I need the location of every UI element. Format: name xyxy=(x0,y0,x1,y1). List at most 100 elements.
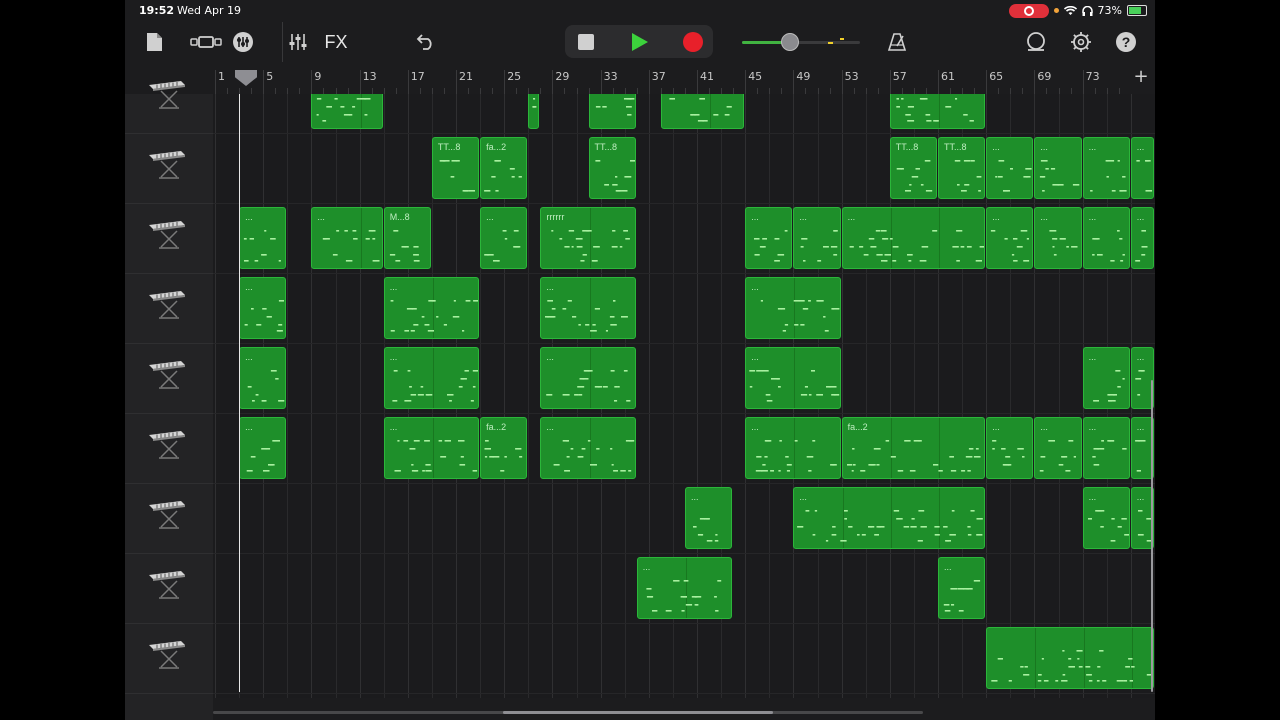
midi-region[interactable]: ... xyxy=(986,417,1034,479)
midi-region[interactable]: ... xyxy=(841,207,986,269)
track-lane-track-3[interactable]: ...... M...8... rrrrrr....................… xyxy=(213,203,1155,274)
midi-region[interactable]: TT...8 xyxy=(431,137,480,199)
midi-region[interactable]: M...8 xyxy=(383,207,431,269)
track-header-track-2[interactable] xyxy=(125,133,213,204)
tracks-area[interactable]: TT...8 fa...2 TT...8 TT...8 TT...8..........… xyxy=(213,94,1155,698)
midi-region[interactable]: ... xyxy=(311,207,383,269)
track-lane-track-4[interactable]: ............ xyxy=(213,273,1155,344)
add-section-button[interactable]: + xyxy=(1131,66,1151,87)
midi-region[interactable]: TT...8 xyxy=(938,137,986,199)
ruler-tick xyxy=(359,70,361,94)
midi-region[interactable]: TT...8 xyxy=(889,137,937,199)
midi-region[interactable]: ... xyxy=(1130,137,1154,199)
track-header-track-3[interactable] xyxy=(125,203,213,274)
midi-region[interactable]: ... xyxy=(793,207,841,269)
track-header-track-8[interactable] xyxy=(125,553,213,624)
midi-region[interactable]: ... xyxy=(540,277,636,339)
fx-button[interactable]: FX xyxy=(317,22,355,62)
midi-region[interactable] xyxy=(660,94,745,129)
scrollbar-thumb[interactable] xyxy=(503,711,773,714)
midi-region[interactable]: ... xyxy=(383,277,480,339)
midi-region[interactable]: ... xyxy=(684,487,733,549)
track-lane-track-6[interactable]: ...... fa...2...... fa...2............ xyxy=(213,413,1155,484)
midi-notes xyxy=(390,300,479,332)
midi-region[interactable]: fa...2 xyxy=(841,417,986,479)
midi-region[interactable]: ... xyxy=(745,207,793,269)
midi-region[interactable]: ... xyxy=(480,207,528,269)
midi-region[interactable]: ... xyxy=(540,347,636,409)
master-volume-slider[interactable] xyxy=(742,22,864,62)
region-label: ... xyxy=(992,212,1000,222)
settings-icon[interactable] xyxy=(1068,22,1094,62)
playhead-handle[interactable] xyxy=(235,70,257,86)
track-lane-track-8[interactable]: ...... xyxy=(213,553,1155,624)
undo-icon[interactable] xyxy=(413,22,439,62)
midi-region[interactable]: ... xyxy=(745,277,841,339)
midi-region[interactable]: ... xyxy=(1034,207,1082,269)
midi-region[interactable]: ... xyxy=(540,417,636,479)
vertical-scrollbar[interactable] xyxy=(1151,380,1153,692)
mixer-icon[interactable] xyxy=(282,22,313,62)
track-lane-track-1[interactable] xyxy=(213,94,1155,134)
browser-icon[interactable] xyxy=(143,22,165,62)
ruler-tick xyxy=(986,70,988,94)
volume-knob[interactable] xyxy=(781,33,800,51)
midi-region[interactable]: ... xyxy=(1082,207,1130,269)
smart-controls-icon[interactable] xyxy=(231,22,255,62)
track-lane-track-9[interactable] xyxy=(213,623,1155,694)
midi-region[interactable]: ... xyxy=(1034,417,1082,479)
track-lane-track-2[interactable]: TT...8 fa...2 TT...8 TT...8 TT...8..........… xyxy=(213,133,1155,204)
view-toggle-icon[interactable] xyxy=(189,22,223,62)
status-right: 73% xyxy=(1008,3,1147,18)
midi-region[interactable] xyxy=(986,627,1154,689)
metronome-icon[interactable] xyxy=(885,22,909,62)
midi-region[interactable] xyxy=(528,94,540,129)
midi-region[interactable]: ... xyxy=(938,557,986,619)
midi-region[interactable]: ... xyxy=(1082,417,1130,479)
region-label: TT...8 xyxy=(944,142,967,152)
midi-region[interactable]: ... xyxy=(1034,137,1082,199)
track-header-track-7[interactable] xyxy=(125,483,213,554)
midi-region[interactable]: fa...2 xyxy=(480,417,528,479)
track-header-track-5[interactable] xyxy=(125,343,213,414)
midi-region[interactable]: ... xyxy=(1130,207,1154,269)
midi-region[interactable]: fa...2 xyxy=(480,137,528,199)
midi-region[interactable]: ... xyxy=(986,207,1034,269)
record-icon[interactable] xyxy=(680,22,706,62)
track-header-track-6[interactable] xyxy=(125,413,213,484)
midi-region[interactable]: ... xyxy=(636,557,733,619)
keyboard-instrument-icon xyxy=(149,641,185,669)
midi-region[interactable] xyxy=(311,94,383,129)
stop-icon[interactable] xyxy=(573,22,599,62)
track-lane-track-7[interactable]: ............ xyxy=(213,483,1155,554)
midi-region[interactable]: ... xyxy=(239,347,287,409)
play-icon[interactable] xyxy=(626,22,654,62)
midi-region[interactable]: ... xyxy=(383,417,480,479)
midi-region[interactable] xyxy=(889,94,986,129)
midi-region[interactable]: ... xyxy=(745,417,841,479)
midi-region[interactable]: ... xyxy=(745,347,841,409)
midi-region[interactable]: ... xyxy=(1082,487,1130,549)
midi-region[interactable]: ... xyxy=(793,487,986,549)
help-icon[interactable]: ? xyxy=(1113,22,1139,62)
horizontal-scrollbar[interactable] xyxy=(213,711,923,714)
midi-region[interactable]: ... xyxy=(239,277,287,339)
midi-region[interactable]: ... xyxy=(1082,137,1130,199)
midi-region[interactable] xyxy=(588,94,636,129)
midi-region[interactable]: TT...8 xyxy=(588,137,636,199)
track-header-track-4[interactable] xyxy=(125,273,213,344)
midi-region[interactable]: ... xyxy=(1082,347,1130,409)
midi-region[interactable]: ... xyxy=(383,347,480,409)
ruler-bar-number: 37 xyxy=(651,70,666,83)
timeline-ruler[interactable]: + 1 5 9 13 17 21 25 29 33 37 41 45 49 53 57 61 65 69 73 xyxy=(213,62,1155,94)
ruler-tick xyxy=(1082,70,1084,94)
midi-region[interactable]: ... xyxy=(239,417,287,479)
track-header-track-9[interactable] xyxy=(125,623,213,694)
loop-icon[interactable] xyxy=(1023,22,1049,62)
track-lane-track-5[interactable]: .................. xyxy=(213,343,1155,414)
midi-region[interactable]: ... xyxy=(239,207,287,269)
midi-region[interactable]: ... xyxy=(986,137,1034,199)
midi-region[interactable]: rrrrrr xyxy=(540,207,636,269)
region-label: ... xyxy=(992,142,1000,152)
track-header-track-1[interactable] xyxy=(125,63,213,134)
